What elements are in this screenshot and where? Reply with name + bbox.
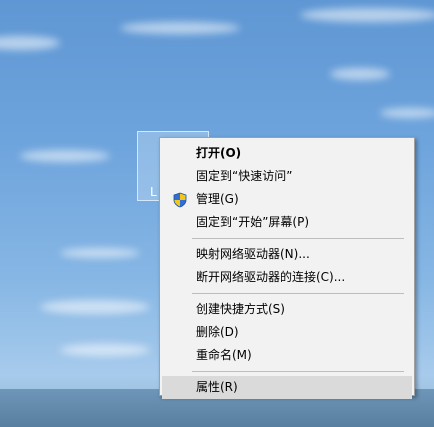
menu-item-pin-quick-access[interactable]: 固定到“快速访问” <box>162 165 412 188</box>
desktop-icon-label: L <box>150 185 157 199</box>
menu-item-pin-start[interactable]: 固定到“开始”屏幕(P) <box>162 211 412 234</box>
menu-item-label: 固定到“开始”屏幕(P) <box>196 215 310 229</box>
uac-shield-icon <box>173 192 187 208</box>
menu-item-disconnect-network-drive[interactable]: 断开网络驱动器的连接(C)... <box>162 266 412 289</box>
menu-separator <box>192 238 404 239</box>
cloud <box>60 248 140 258</box>
menu-item-create-shortcut[interactable]: 创建快捷方式(S) <box>162 298 412 321</box>
menu-item-delete[interactable]: 删除(D) <box>162 321 412 344</box>
menu-item-label: 映射网络驱动器(N)... <box>196 247 310 261</box>
menu-item-manage[interactable]: 管理(G) <box>162 188 412 211</box>
menu-item-map-network-drive[interactable]: 映射网络驱动器(N)... <box>162 243 412 266</box>
cloud <box>330 68 390 80</box>
menu-item-label: 创建快捷方式(S) <box>196 302 285 316</box>
menu-item-label: 删除(D) <box>196 325 239 339</box>
context-menu: 打开(O) 固定到“快速访问” 管理(G) 固定到“开始”屏幕(P) 映射网络驱… <box>159 137 415 399</box>
menu-item-label: 打开(O) <box>196 146 242 160</box>
cloud <box>60 344 150 356</box>
cloud <box>380 108 434 118</box>
menu-item-label: 重命名(M) <box>196 348 252 362</box>
menu-separator <box>192 371 404 372</box>
menu-item-label: 固定到“快速访问” <box>196 169 293 183</box>
menu-item-label: 属性(R) <box>196 380 238 394</box>
menu-item-rename[interactable]: 重命名(M) <box>162 344 412 367</box>
menu-item-label: 管理(G) <box>196 192 239 206</box>
menu-item-properties[interactable]: 属性(R) <box>162 376 412 399</box>
cloud <box>20 150 110 162</box>
cloud <box>120 22 240 34</box>
cloud <box>300 8 434 22</box>
cloud <box>40 300 150 314</box>
menu-item-label: 断开网络驱动器的连接(C)... <box>196 270 346 284</box>
menu-item-open[interactable]: 打开(O) <box>162 142 412 165</box>
menu-separator <box>192 293 404 294</box>
cloud <box>0 36 60 50</box>
